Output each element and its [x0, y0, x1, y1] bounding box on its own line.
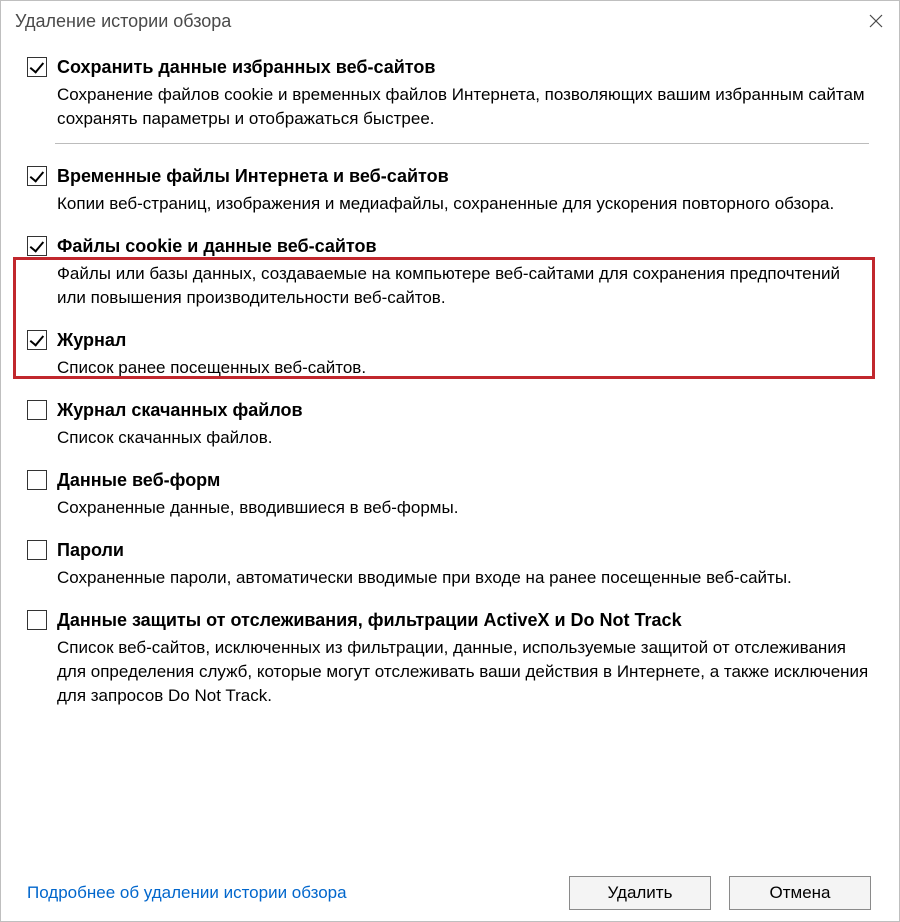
- option-label: Временные файлы Интернета и веб-сайтов: [57, 164, 449, 188]
- option-desc: Сохраненные пароли, автоматически вводим…: [57, 566, 873, 590]
- option-desc: Файлы или базы данных, создаваемые на ко…: [57, 262, 873, 310]
- checkbox-form-data[interactable]: [27, 470, 47, 490]
- checkbox-cookies[interactable]: [27, 236, 47, 256]
- option-preserve-favorites: Сохранить данные избранных веб-сайтов Со…: [27, 55, 873, 131]
- divider: [55, 143, 869, 144]
- option-desc: Сохранение файлов cookie и временных фай…: [57, 83, 873, 131]
- option-label: Данные защиты от отслеживания, фильтраци…: [57, 608, 682, 632]
- checkbox-history[interactable]: [27, 330, 47, 350]
- more-info-link[interactable]: Подробнее об удалении истории обзора: [27, 883, 347, 903]
- checkbox-preserve-favorites[interactable]: [27, 57, 47, 77]
- option-temp-files: Временные файлы Интернета и веб-сайтов К…: [27, 164, 873, 216]
- option-label: Журнал: [57, 328, 126, 352]
- close-button[interactable]: [853, 1, 899, 41]
- option-label: Журнал скачанных файлов: [57, 398, 303, 422]
- option-desc: Копии веб-страниц, изображения и медиафа…: [57, 192, 873, 216]
- option-label: Данные веб-форм: [57, 468, 220, 492]
- window-title: Удаление истории обзора: [15, 11, 231, 32]
- checkbox-passwords[interactable]: [27, 540, 47, 560]
- cancel-button[interactable]: Отмена: [729, 876, 871, 910]
- button-group: Удалить Отмена: [569, 876, 871, 910]
- option-label: Пароли: [57, 538, 124, 562]
- option-label: Файлы cookie и данные веб-сайтов: [57, 234, 377, 258]
- checkbox-download-history[interactable]: [27, 400, 47, 420]
- dialog-content: Сохранить данные избранных веб-сайтов Со…: [1, 41, 899, 708]
- option-download-history: Журнал скачанных файлов Список скачанных…: [27, 398, 873, 450]
- titlebar: Удаление истории обзора: [1, 1, 899, 41]
- option-tracking-protection: Данные защиты от отслеживания, фильтраци…: [27, 608, 873, 708]
- checkbox-temp-files[interactable]: [27, 166, 47, 186]
- close-icon: [869, 14, 883, 28]
- option-desc: Список ранее посещенных веб-сайтов.: [57, 356, 873, 380]
- option-history: Журнал Список ранее посещенных веб-сайто…: [27, 328, 873, 380]
- delete-button[interactable]: Удалить: [569, 876, 711, 910]
- option-passwords: Пароли Сохраненные пароли, автоматически…: [27, 538, 873, 590]
- option-label: Сохранить данные избранных веб-сайтов: [57, 55, 435, 79]
- option-desc: Список скачанных файлов.: [57, 426, 873, 450]
- checkbox-tracking-protection[interactable]: [27, 610, 47, 630]
- option-cookies: Файлы cookie и данные веб-сайтов Файлы и…: [27, 234, 873, 310]
- option-form-data: Данные веб-форм Сохраненные данные, ввод…: [27, 468, 873, 520]
- dialog-footer: Подробнее об удалении истории обзора Уда…: [1, 865, 899, 921]
- option-desc: Список веб-сайтов, исключенных из фильтр…: [57, 636, 873, 708]
- delete-history-dialog: Удаление истории обзора Сохранить данные…: [0, 0, 900, 922]
- option-desc: Сохраненные данные, вводившиеся в веб-фо…: [57, 496, 873, 520]
